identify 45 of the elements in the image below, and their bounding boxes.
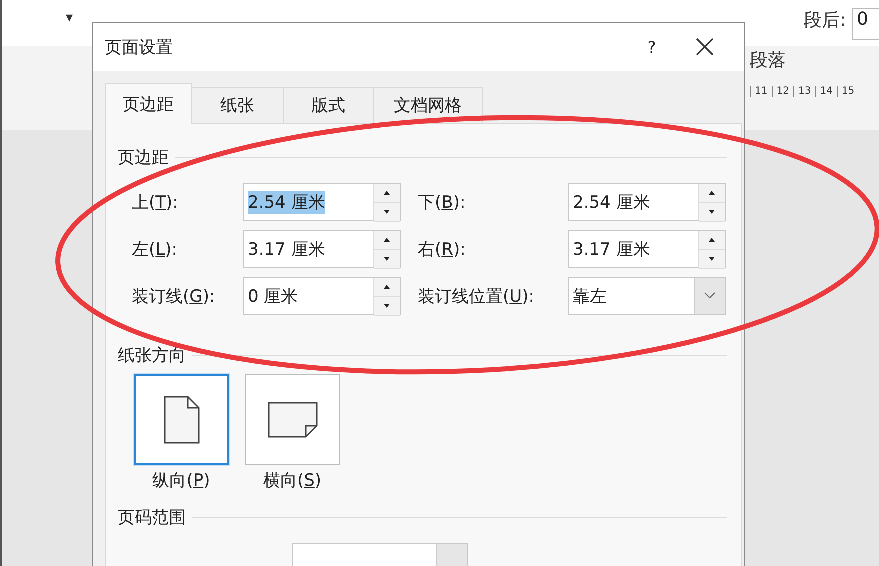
ruler-number: 15 [836,86,859,97]
spin-up-icon[interactable] [374,184,400,203]
spin-up-icon[interactable] [699,231,725,250]
spin-field[interactable]: 0 厘米 [243,277,401,315]
orientation-option[interactable] [245,374,340,465]
field-label: 右(R): [417,238,467,260]
tab[interactable]: 文档网格 [373,87,483,123]
option-label: 纵向(P) [152,470,210,492]
spin-field[interactable]: 2.54 厘米 [243,183,401,221]
tab[interactable]: 页边距 [105,83,192,124]
field-label: 装订线位置(U): [417,286,536,308]
option-label: 横向(S) [263,470,322,492]
spin-field[interactable]: 3.17 厘米 [243,230,401,268]
orientation-option[interactable] [134,374,229,465]
section-heading: 页码范围 [118,507,186,529]
landscape-page-icon [268,402,318,438]
spin-down-icon[interactable] [699,250,725,269]
spin-up-icon[interactable] [374,278,400,297]
dropdown-caret[interactable]: ▾ [66,10,74,26]
ruler-number: 14 [815,86,837,97]
spacing-label: 段后: [804,9,846,32]
field-label: 装订线(G): [132,286,216,308]
ruler-number: 11 [750,86,772,97]
field-label: 左(L): [132,238,178,260]
help-button[interactable]: ? [612,38,692,56]
portrait-page-icon [164,396,200,444]
spin-down-icon[interactable] [374,203,400,222]
spin-down-icon[interactable] [699,203,725,222]
spin-up-icon[interactable] [699,184,725,203]
dropdown-field[interactable]: 靠左 [568,277,726,315]
spin-field[interactable]: 2.54 厘米 [568,183,726,221]
spacing-field[interactable]: 0 [852,8,879,40]
spin-up-icon[interactable] [374,231,400,250]
ruler-number: 13 [793,86,816,97]
spin-down-icon[interactable] [374,297,400,316]
window-title: 页面设置 [105,36,174,58]
field-label: 下(B): [417,192,467,214]
section-heading: 纸张方向 [118,345,186,367]
spin-field[interactable]: 3.17 厘米 [568,230,726,268]
spin-down-icon[interactable] [374,250,400,269]
section-heading: 页边距 [118,147,169,169]
group-label: 段落 [750,49,786,72]
field-label: 上(T): [132,192,180,214]
ruler-number: 12 [772,86,794,97]
chevron-down-icon[interactable] [704,292,716,300]
